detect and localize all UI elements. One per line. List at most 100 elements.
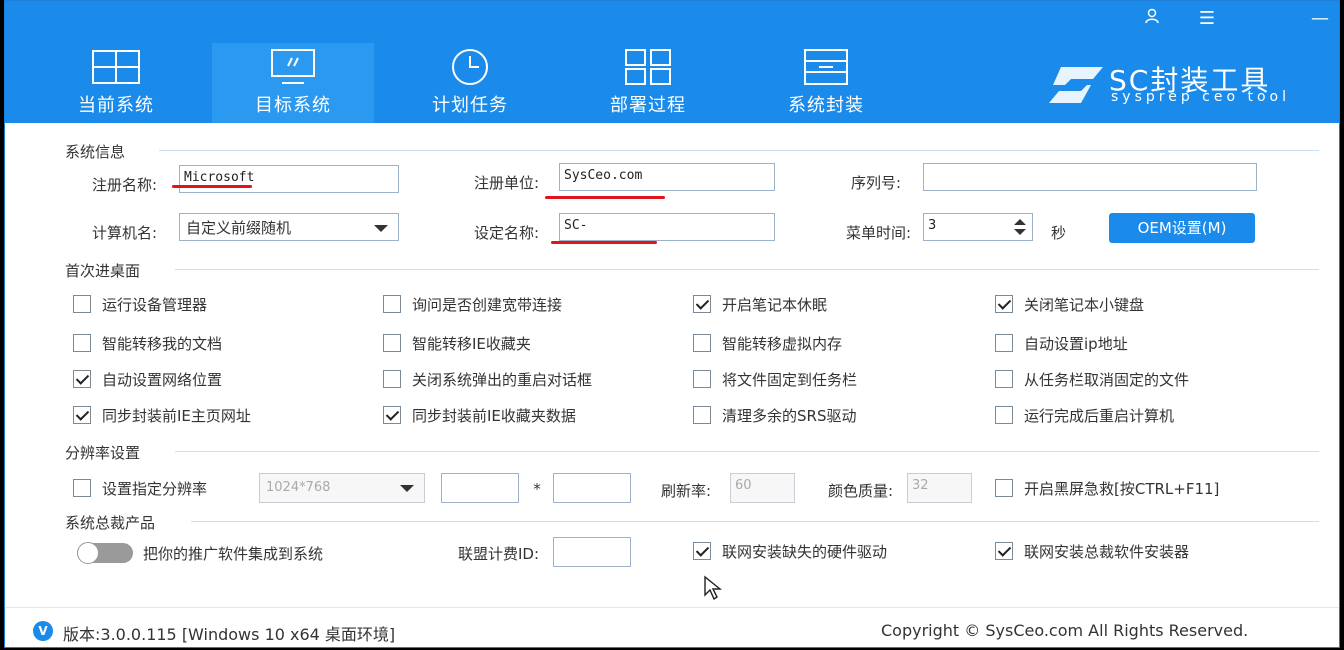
menu-icon[interactable]: ☰ [1192,7,1222,31]
serial-input[interactable] [923,163,1257,191]
first-desktop-checkbox[interactable]: 将文件固定到任务栏 [693,368,857,390]
reg-org-input[interactable]: SysCeo.com [559,163,775,191]
checkbox-label: 开启黑屏急救[按CTRL+F11] [1024,479,1220,498]
reg-name-label: 注册名称: [91,176,157,194]
footer-divider [5,607,1339,608]
checkbox-box [693,334,711,352]
checkbox-label: 开启笔记本休眠 [722,295,828,314]
first-desktop-checkbox[interactable]: 询问是否创建宽带连接 [383,293,562,315]
checkbox-label: 自动设置ip地址 [1024,334,1128,353]
first-desktop-checkbox[interactable]: 智能转移IE收藏夹 [383,332,531,354]
checkbox-box [73,295,91,313]
tab-label: 目标系统 [255,95,331,116]
checkbox-box [693,370,711,388]
checkbox-box [995,295,1013,313]
spin-up-icon[interactable] [1014,219,1026,225]
section-title-first-desktop: 首次进桌面 [65,262,141,280]
checkbox-label: 运行完成后重启计算机 [1024,406,1175,425]
promo-software-toggle[interactable] [77,542,133,564]
first-desktop-checkbox[interactable]: 智能转移虚拟内存 [693,332,842,354]
first-desktop-checkbox[interactable]: 同步封装前IE收藏夹数据 [383,404,576,426]
set-name-label: 设定名称: [473,224,539,242]
computer-name-label: 计算机名: [91,224,157,242]
checkbox-label: 自动设置网络位置 [102,370,223,389]
menu-time-label: 菜单时间: [845,224,911,242]
menu-time-spinner[interactable]: 3 [923,213,1033,241]
version-icon: V [33,621,53,641]
monitor-icon [271,49,315,84]
serial-label: 序列号: [850,174,901,192]
refresh-rate-input[interactable]: 60 [730,473,795,503]
checkbox-label: 关闭笔记本小键盘 [1024,295,1145,314]
red-annotation [172,185,252,188]
tab-current-system[interactable]: 当前系统 [35,43,197,123]
checkbox-box [995,406,1013,424]
tab-system-package[interactable]: 系统封装 [745,43,907,123]
resolution-preset-dropdown[interactable]: 1024*768 [259,473,425,503]
logo-mark-icon [1049,67,1103,103]
checkbox-box [995,370,1013,388]
first-desktop-checkbox[interactable]: 从任务栏取消固定的文件 [995,368,1189,390]
checkbox-box [73,479,91,497]
resolution-height-input[interactable] [553,473,631,503]
spinner-value: 3 [928,218,937,233]
checkbox-box [73,406,91,424]
section-title-system-info: 系统信息 [65,143,126,161]
color-quality-input[interactable]: 32 [907,473,972,503]
checkbox-label: 从任务栏取消固定的文件 [1024,370,1190,389]
oem-settings-button[interactable]: OEM设置(M) [1109,213,1255,243]
set-name-input[interactable]: SC- [559,213,775,241]
user-icon[interactable] [1137,7,1167,31]
tab-deploy-process[interactable]: 部署过程 [567,43,729,123]
computer-name-dropdown[interactable]: 自定义前缀随机 [179,213,399,241]
windows-icon [92,50,140,84]
clock-icon [452,49,488,85]
set-resolution-checkbox[interactable]: 设置指定分辨率 [73,477,207,499]
first-desktop-checkbox[interactable]: 开启笔记本休眠 [693,293,827,315]
promo-software-label: 把你的推广软件集成到系统 [143,545,324,563]
reg-org-label: 注册单位: [473,174,539,192]
logo-subtitle: sysprep ceo tool [1111,89,1290,105]
first-desktop-checkbox[interactable]: 自动设置网络位置 [73,368,222,390]
first-desktop-checkbox[interactable]: 智能转移我的文档 [73,332,222,354]
first-desktop-checkbox[interactable]: 运行设备管理器 [73,293,207,315]
resolution-width-input[interactable] [441,473,519,503]
first-desktop-checkbox[interactable]: 关闭系统弹出的重启对话框 [383,368,592,390]
first-desktop-checkbox[interactable]: 关闭笔记本小键盘 [995,293,1144,315]
app-logo: SC封装工具 sysprep ceo tool [1045,59,1335,113]
first-desktop-checkbox[interactable]: 同步封装前IE主页网址 [73,404,251,426]
alliance-id-label: 联盟计费ID: [457,545,539,563]
divider [191,521,1319,522]
tab-scheduled-tasks[interactable]: 计划任务 [389,43,551,123]
checkbox-box [73,370,91,388]
checkbox-label: 联网安装缺失的硬件驱动 [722,542,888,561]
tab-target-system[interactable]: 目标系统 [212,43,374,123]
install-ceo-installer-checkbox[interactable]: 联网安装总裁软件安装器 [995,540,1189,562]
install-drivers-checkbox[interactable]: 联网安装缺失的硬件驱动 [693,540,887,562]
spin-down-icon[interactable] [1014,229,1026,235]
checkbox-box [995,479,1013,497]
dropdown-value: 自定义前缀随机 [186,219,292,237]
checkbox-label: 清理多余的SRS驱动 [722,406,857,425]
alliance-id-input[interactable] [553,537,631,567]
checkbox-label: 智能转移我的文档 [102,334,223,353]
black-screen-rescue-checkbox[interactable]: 开启黑屏急救[按CTRL+F11] [995,477,1219,499]
checkbox-label: 关闭系统弹出的重启对话框 [412,370,593,389]
checkbox-label: 运行设备管理器 [102,295,208,314]
first-desktop-checkbox[interactable]: 运行完成后重启计算机 [995,404,1174,426]
tab-label: 计划任务 [432,95,508,116]
dropdown-value: 1024*768 [266,480,331,495]
chevron-down-icon [374,225,388,232]
chevron-down-icon [400,485,414,492]
toggle-knob [77,542,99,564]
minimize-icon[interactable]: — [1305,7,1335,31]
red-annotation [551,241,657,244]
checkbox-box [693,406,711,424]
first-desktop-checkbox[interactable]: 自动设置ip地址 [995,332,1128,354]
app-window: ☰ — 当前系统 目标系统 计划任务 部署过程 系统封装 SC封装工具 sysp… [4,0,1340,648]
seconds-unit: 秒 [1051,224,1067,242]
reg-name-input[interactable]: Microsoft [179,165,399,193]
divider [175,451,1319,452]
checkbox-box [693,295,711,313]
first-desktop-checkbox[interactable]: 清理多余的SRS驱动 [693,404,856,426]
